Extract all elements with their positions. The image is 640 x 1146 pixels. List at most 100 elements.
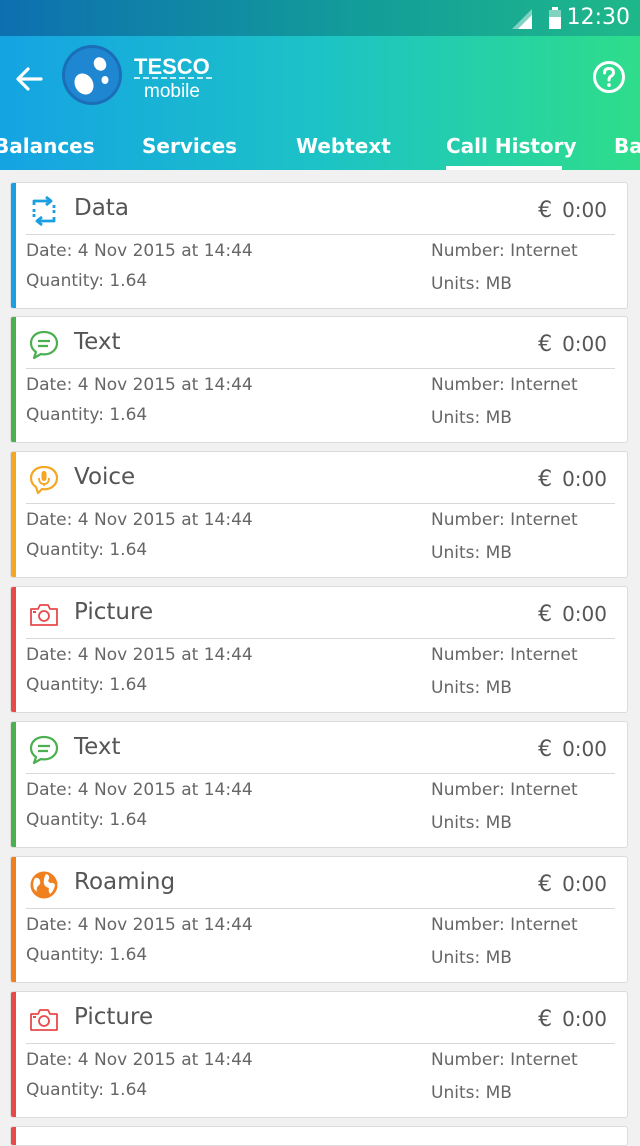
currency-symbol: €: [538, 332, 553, 357]
record-date: Date: 4 Nov 2015 at 14:44: [26, 915, 253, 935]
currency-symbol: €: [538, 602, 553, 627]
record-quantity: Quantity: 1.64: [26, 675, 148, 695]
record-number: Number: Internet: [431, 915, 578, 935]
divider: [26, 638, 615, 639]
type-stripe: [11, 452, 16, 577]
divider: [26, 908, 615, 909]
record-date: Date: 4 Nov 2015 at 14:44: [26, 375, 253, 395]
cost-value: 0:00: [562, 602, 607, 626]
record-quantity: Quantity: 1.64: [26, 810, 148, 830]
type-stripe: [11, 722, 16, 847]
record-cost: €0:00: [538, 1007, 607, 1032]
record-cost: €0:00: [538, 332, 607, 357]
list-item[interactable]: Text €0:00 Date: 4 Nov 2015 at 14:44 Qua…: [10, 721, 628, 848]
cost-value: 0:00: [562, 198, 607, 222]
record-date: Date: 4 Nov 2015 at 14:44: [26, 1050, 253, 1070]
camera-icon: [30, 1009, 58, 1031]
camera-icon: [30, 604, 58, 626]
type-stripe: [11, 317, 16, 442]
list-item-partial[interactable]: [10, 1126, 628, 1146]
record-number: Number: Internet: [431, 1050, 578, 1070]
record-cost: €0:00: [538, 198, 607, 223]
list-item[interactable]: Roaming €0:00 Date: 4 Nov 2015 at 14:44 …: [10, 856, 628, 983]
record-cost: €0:00: [538, 467, 607, 492]
record-type: Picture: [74, 1004, 154, 1030]
record-quantity: Quantity: 1.64: [26, 945, 148, 965]
record-type: Picture: [74, 599, 154, 625]
type-stripe: [11, 1127, 16, 1145]
cost-value: 0:00: [562, 332, 607, 356]
cost-value: 0:00: [562, 737, 607, 761]
back-arrow-icon[interactable]: [14, 64, 44, 94]
currency-symbol: €: [538, 467, 553, 492]
type-stripe: [11, 992, 16, 1117]
record-date: Date: 4 Nov 2015 at 14:44: [26, 510, 253, 530]
record-type: Data: [74, 195, 129, 221]
cost-value: 0:00: [562, 872, 607, 896]
list-item[interactable]: Text €0:00 Date: 4 Nov 2015 at 14:44 Qua…: [10, 316, 628, 443]
help-icon[interactable]: [592, 60, 626, 94]
record-date: Date: 4 Nov 2015 at 14:44: [26, 241, 253, 261]
record-quantity: Quantity: 1.64: [26, 271, 148, 291]
record-date: Date: 4 Nov 2015 at 14:44: [26, 780, 253, 800]
record-number: Number: Internet: [431, 510, 578, 530]
tab-services[interactable]: Services: [142, 124, 237, 170]
microphone-icon: [29, 465, 59, 495]
currency-symbol: €: [538, 872, 553, 897]
record-type: Text: [74, 734, 121, 760]
type-stripe: [11, 587, 16, 712]
list-item[interactable]: Picture €0:00 Date: 4 Nov 2015 at 14:44 …: [10, 991, 628, 1118]
currency-symbol: €: [538, 198, 553, 223]
status-time: 12:30: [566, 5, 630, 30]
record-units: Units: MB: [431, 678, 512, 698]
record-units: Units: MB: [431, 1083, 512, 1103]
tab-call-history[interactable]: Call History: [446, 124, 577, 170]
record-quantity: Quantity: 1.64: [26, 1080, 148, 1100]
battery-icon: [549, 7, 561, 29]
divider: [26, 234, 615, 235]
signal-icon: [512, 9, 532, 29]
tab-balances[interactable]: Balances: [0, 124, 95, 170]
tab-bar: Balances Services Webtext Call History B…: [0, 124, 640, 170]
record-quantity: Quantity: 1.64: [26, 540, 148, 560]
globe-icon: [30, 871, 58, 899]
message-icon: [29, 735, 59, 765]
list-item[interactable]: Data €0:00 Date: 4 Nov 2015 at 14:44 Qua…: [10, 182, 628, 309]
type-stripe: [11, 857, 16, 982]
tesco-mobile-logo: TESCO mobile: [62, 44, 222, 112]
record-units: Units: MB: [431, 408, 512, 428]
record-units: Units: MB: [431, 813, 512, 833]
record-cost: €0:00: [538, 872, 607, 897]
message-icon: [29, 330, 59, 360]
record-units: Units: MB: [431, 948, 512, 968]
divider: [26, 503, 615, 504]
brand-bottom: mobile: [144, 81, 200, 102]
tab-webtext[interactable]: Webtext: [296, 124, 391, 170]
currency-symbol: €: [538, 1007, 553, 1032]
record-cost: €0:00: [538, 737, 607, 762]
record-type: Roaming: [74, 869, 176, 895]
record-cost: €0:00: [538, 602, 607, 627]
list-item[interactable]: Voice €0:00 Date: 4 Nov 2015 at 14:44 Qu…: [10, 451, 628, 578]
record-date: Date: 4 Nov 2015 at 14:44: [26, 645, 253, 665]
data-transfer-icon: [32, 195, 56, 227]
record-type: Voice: [74, 464, 136, 490]
status-bar: 12:30: [0, 0, 640, 36]
divider: [26, 368, 615, 369]
brand-top: TESCO: [134, 54, 210, 79]
type-stripe: [11, 183, 16, 308]
cost-value: 0:00: [562, 1007, 607, 1031]
record-number: Number: Internet: [431, 780, 578, 800]
record-units: Units: MB: [431, 543, 512, 563]
tab-balances-partial[interactable]: Ba: [614, 124, 640, 170]
list-item[interactable]: Picture €0:00 Date: 4 Nov 2015 at 14:44 …: [10, 586, 628, 713]
tesco-logo-icon: TESCO mobile: [62, 45, 212, 105]
record-number: Number: Internet: [431, 241, 578, 261]
currency-symbol: €: [538, 737, 553, 762]
divider: [26, 1043, 615, 1044]
record-type: Text: [74, 329, 121, 355]
app-header: TESCO mobile Balances Services Webtext C…: [0, 36, 640, 170]
record-number: Number: Internet: [431, 375, 578, 395]
record-units: Units: MB: [431, 274, 512, 294]
cost-value: 0:00: [562, 467, 607, 491]
